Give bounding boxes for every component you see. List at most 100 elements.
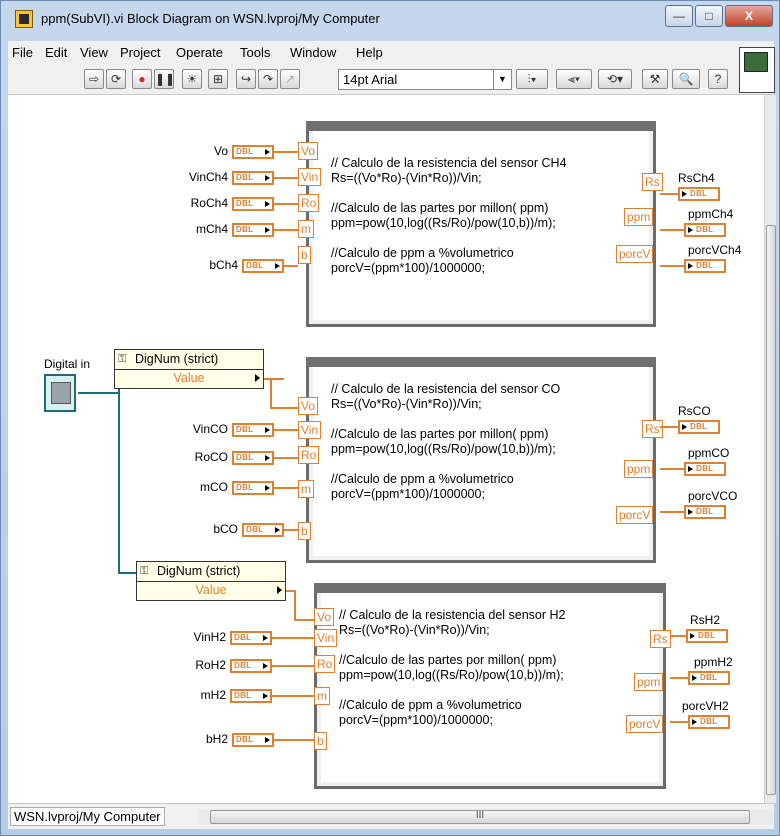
vertical-scroll-thumb[interactable] <box>766 225 776 795</box>
dbl-control[interactable]: DBL <box>242 523 284 537</box>
retain-wire-values-icon[interactable]: ⊞ <box>208 69 228 89</box>
menu-bar: File Edit View Project Operate Tools Win… <box>8 41 774 63</box>
wire <box>670 677 688 679</box>
menu-view[interactable]: View <box>80 45 108 60</box>
output-terminal[interactable]: ppm <box>634 673 664 691</box>
dbl-control[interactable]: DBL <box>232 171 274 185</box>
dbl-control[interactable]: DBL <box>232 481 274 495</box>
font-selector[interactable]: 14pt Arial ▼ <box>338 69 512 90</box>
dbl-control[interactable]: DBL <box>230 631 272 645</box>
vi-connector-pane[interactable] <box>739 47 775 93</box>
menu-window[interactable]: Window <box>290 45 336 60</box>
dbl-indicator[interactable]: DBL <box>684 505 726 519</box>
align-objects-icon[interactable]: ⫶▾ <box>516 69 548 89</box>
chevron-down-icon[interactable]: ▼ <box>493 70 511 89</box>
block-diagram[interactable]: Digital in DigNum (strict) Value DigNum … <box>8 95 764 803</box>
menu-edit[interactable]: Edit <box>45 45 67 60</box>
dbl-control[interactable]: DBL <box>232 223 274 237</box>
formula-code: // Calculo de la resistencia del sensor … <box>331 382 561 501</box>
input-terminal[interactable]: b <box>298 522 311 540</box>
font-selector-value: 14pt Arial <box>343 72 398 87</box>
input-terminal[interactable]: m <box>314 687 330 705</box>
distribute-objects-icon[interactable]: ⫷▾ <box>556 69 592 89</box>
property-node[interactable]: DigNum (strict) Value <box>114 349 264 389</box>
output-terminal[interactable]: porcV <box>626 715 664 733</box>
reorder-icon[interactable]: ⟲▾ <box>598 69 632 89</box>
dbl-control[interactable]: DBL <box>232 145 274 159</box>
dbl-control[interactable]: DBL <box>232 451 274 465</box>
pause-icon[interactable]: ❚❚ <box>154 69 175 89</box>
input-terminal[interactable]: Vin <box>298 421 322 439</box>
control-label: VinH2 <box>193 630 226 644</box>
input-terminal[interactable]: Ro <box>298 446 320 464</box>
dbl-indicator[interactable]: DBL <box>686 629 728 643</box>
menu-tools[interactable]: Tools <box>240 45 270 60</box>
menu-project[interactable]: Project <box>120 45 160 60</box>
output-terminal[interactable]: Rs <box>642 420 663 438</box>
dbl-control[interactable]: DBL <box>230 659 272 673</box>
formula-node[interactable]: // Calculo de la resistencia del sensor … <box>306 121 656 327</box>
highlight-execution-icon[interactable]: ☀ <box>182 69 202 89</box>
output-terminal[interactable]: porcV <box>616 245 654 263</box>
formula-node[interactable]: // Calculo de la resistencia del sensor … <box>314 583 666 789</box>
control-label: RoCO <box>194 450 228 464</box>
menu-file[interactable]: File <box>12 45 33 60</box>
input-terminal[interactable]: Vo <box>314 608 335 626</box>
output-terminal[interactable]: ppm <box>624 460 654 478</box>
clean-up-diagram-icon[interactable]: ⚒ <box>642 69 668 89</box>
output-terminal[interactable]: Rs <box>642 173 663 191</box>
output-terminal[interactable]: ppm <box>624 208 654 226</box>
vertical-scrollbar[interactable] <box>764 95 776 803</box>
horizontal-scrollbar[interactable]: III <box>198 809 773 825</box>
input-terminal[interactable]: Vo <box>298 397 319 415</box>
wire <box>660 468 684 470</box>
dbl-control[interactable]: DBL <box>232 197 274 211</box>
dbl-control[interactable]: DBL <box>242 259 284 273</box>
dbl-indicator[interactable]: DBL <box>678 187 720 201</box>
minimize-button[interactable]: — <box>665 5 693 27</box>
dbl-indicator[interactable]: DBL <box>688 715 730 729</box>
dbl-control[interactable]: DBL <box>230 689 272 703</box>
dbl-indicator[interactable]: DBL <box>678 420 720 434</box>
wire <box>274 429 298 431</box>
maximize-button[interactable]: □ <box>695 5 723 27</box>
input-terminal[interactable]: b <box>298 246 311 264</box>
dbl-indicator[interactable]: DBL <box>688 671 730 685</box>
horizontal-scroll-thumb[interactable]: III <box>210 810 750 824</box>
input-terminal[interactable]: Vin <box>298 168 322 186</box>
step-out-icon[interactable]: ↗ <box>280 69 300 89</box>
property-value: Value <box>137 582 285 600</box>
context-label[interactable]: WSN.lvproj/My Computer <box>10 807 165 826</box>
dbl-indicator[interactable]: DBL <box>684 223 726 237</box>
wire <box>270 378 272 408</box>
wire <box>294 619 314 621</box>
formula-node[interactable]: // Calculo de la resistencia del sensor … <box>306 357 656 563</box>
property-node[interactable]: DigNum (strict) Value <box>136 561 286 601</box>
digital-in-terminal[interactable] <box>44 374 76 412</box>
abort-icon[interactable]: ● <box>132 69 152 89</box>
dbl-indicator[interactable]: DBL <box>684 462 726 476</box>
run-continuously-icon[interactable]: ⟳ <box>106 69 126 89</box>
output-terminal[interactable]: porcV <box>616 506 654 524</box>
input-terminal[interactable]: b <box>314 732 327 750</box>
dbl-control[interactable]: DBL <box>232 733 274 747</box>
output-terminal[interactable]: Rs <box>650 630 671 648</box>
title-bar[interactable]: ppm(SubVI).vi Block Diagram on WSN.lvpro… <box>1 1 780 37</box>
input-terminal[interactable]: Ro <box>314 655 336 673</box>
menu-operate[interactable]: Operate <box>176 45 223 60</box>
close-button[interactable]: X <box>725 5 773 27</box>
dbl-indicator[interactable]: DBL <box>684 259 726 273</box>
dbl-control[interactable]: DBL <box>232 423 274 437</box>
input-terminal[interactable]: Vo <box>298 142 319 160</box>
step-over-icon[interactable]: ↷ <box>258 69 278 89</box>
input-terminal[interactable]: m <box>298 480 314 498</box>
input-terminal[interactable]: Ro <box>298 194 320 212</box>
search-icon[interactable]: 🔍 <box>672 69 700 89</box>
input-terminal[interactable]: m <box>298 220 314 238</box>
control-label: RoH2 <box>195 658 226 672</box>
help-icon[interactable]: ? <box>708 69 728 89</box>
menu-help[interactable]: Help <box>356 45 383 60</box>
input-terminal[interactable]: Vin <box>314 629 338 647</box>
step-into-icon[interactable]: ↪ <box>236 69 256 89</box>
run-arrow-icon[interactable]: ⇨ <box>84 69 104 89</box>
